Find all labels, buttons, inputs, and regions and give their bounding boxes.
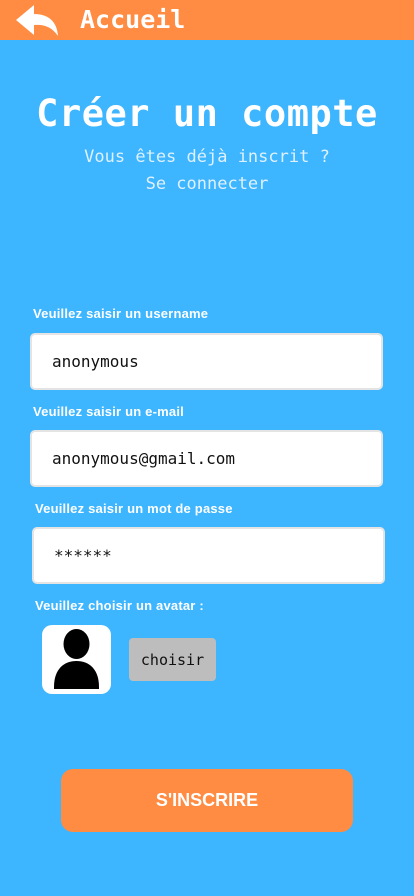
user-silhouette-icon [54, 629, 99, 689]
login-link[interactable]: Vous êtes déjà inscrit ? Se connecter [0, 144, 414, 198]
page-title: Créer un compte [36, 92, 378, 135]
choose-avatar-button[interactable]: choisir [129, 638, 216, 681]
back-arrow-icon [16, 5, 58, 36]
login-prompt: Vous êtes déjà inscrit ? [84, 147, 330, 167]
header-title: Accueil [80, 5, 186, 34]
password-label: Veuillez saisir un mot de passe [35, 501, 233, 516]
signup-button[interactable]: S'INSCRIRE [61, 769, 353, 832]
back-button[interactable] [14, 4, 60, 38]
username-input[interactable] [30, 333, 383, 390]
email-label: Veuillez saisir un e-mail [33, 404, 184, 419]
avatar-label: Veuillez choisir un avatar : [35, 598, 204, 613]
top-bar: Accueil [0, 0, 414, 40]
login-action[interactable]: Se connecter [0, 171, 414, 198]
avatar-preview [42, 625, 111, 694]
password-input[interactable] [32, 527, 385, 584]
username-label: Veuillez saisir un username [33, 306, 209, 321]
email-input[interactable] [30, 430, 383, 487]
